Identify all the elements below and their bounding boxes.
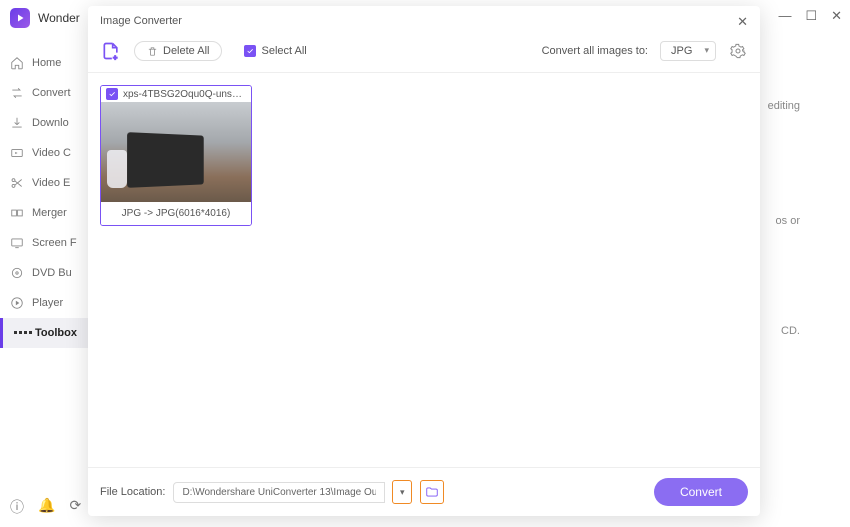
image-thumbnail-card[interactable]: xps-4TBSG2Oqu0Q-unspl... JPG -> JPG(6016… [100,85,252,226]
modal-header: Image Converter ✕ [88,6,760,36]
settings-icon[interactable] [728,41,748,61]
sidebar: Home Convert Downlo Video C Video E Merg… [0,36,90,527]
modal-footer: File Location: ▾ Convert [88,467,760,516]
disc-icon [10,266,24,280]
minimize-icon[interactable]: — [778,8,791,24]
sidebar-item-video-compressor[interactable]: Video C [0,138,90,168]
sidebar-item-label: Merger [32,207,67,219]
modal-close-icon[interactable]: ✕ [737,14,748,30]
background-text: editing [768,100,800,112]
thumbnail-filename: xps-4TBSG2Oqu0Q-unspl... [123,89,246,100]
sidebar-item-merger[interactable]: Merger [0,198,90,228]
close-icon[interactable]: ✕ [831,8,842,24]
sidebar-item-converter[interactable]: Convert [0,78,90,108]
bottom-icon-bar: ⓘ 🔔 ⟳ [10,497,81,517]
modal-toolbar: Delete All Select All Convert all images… [88,36,760,73]
app-title: Wonder [38,11,80,25]
refresh-icon[interactable]: ⟳ [69,497,81,517]
scissors-icon [10,176,24,190]
main-window: Wonder — ☐ ✕ Home Convert Downlo Video C… [0,0,850,527]
help-icon[interactable]: ⓘ [10,497,24,517]
convert-button[interactable]: Convert [654,478,748,506]
file-location-input[interactable] [173,482,385,503]
sidebar-item-player[interactable]: Player [0,288,90,318]
merger-icon [10,206,24,220]
modal-title: Image Converter [100,15,182,27]
sidebar-item-label: Player [32,297,63,309]
convert-all-label: Convert all images to: [542,45,648,57]
checkbox-checked-icon [244,45,256,57]
delete-all-button[interactable]: Delete All [134,41,222,61]
file-location-label: File Location: [100,486,165,498]
folder-icon [425,485,439,499]
sidebar-item-label: Home [32,57,61,69]
open-folder-button[interactable] [420,480,444,504]
app-logo-icon [10,8,30,28]
sidebar-item-label: Screen F [32,237,77,249]
sidebar-item-video-editor[interactable]: Video E [0,168,90,198]
screen-icon [10,236,24,250]
bell-icon[interactable]: 🔔 [38,497,55,517]
checkbox-checked-icon[interactable] [106,88,118,100]
add-image-icon[interactable] [100,40,122,62]
compress-icon [10,146,24,160]
background-text: os or [776,215,800,227]
sidebar-item-screen-recorder[interactable]: Screen F [0,228,90,258]
sidebar-item-toolbox[interactable]: Toolbox [0,318,90,348]
format-selected-value: JPG [671,45,692,57]
thumbnail-conversion-info: JPG -> JPG(6016*4016) [101,202,251,225]
trash-icon [147,46,158,57]
sidebar-item-label: Toolbox [35,327,77,339]
sidebar-item-label: Video C [32,147,71,159]
output-format-select[interactable]: JPG [660,41,716,61]
sidebar-item-label: Video E [32,177,70,189]
download-icon [10,116,24,130]
select-all-label: Select All [261,45,306,57]
delete-all-label: Delete All [163,45,209,57]
image-converter-modal: Image Converter ✕ Delete All Select All … [88,6,760,516]
sidebar-item-label: Convert [32,87,71,99]
convert-icon [10,86,24,100]
sidebar-item-home[interactable]: Home [0,48,90,78]
modal-body: xps-4TBSG2Oqu0Q-unspl... JPG -> JPG(6016… [88,73,760,467]
toolbox-icon [13,326,27,340]
thumbnail-preview [101,102,251,202]
path-dropdown-icon[interactable]: ▾ [392,480,412,504]
background-text: CD. [781,325,800,337]
sidebar-item-label: DVD Bu [32,267,72,279]
play-icon [10,296,24,310]
sidebar-item-dvd-burner[interactable]: DVD Bu [0,258,90,288]
select-all-checkbox[interactable]: Select All [244,45,306,57]
maximize-icon[interactable]: ☐ [805,8,817,24]
window-controls: — ☐ ✕ [778,8,842,24]
sidebar-item-downloader[interactable]: Downlo [0,108,90,138]
thumbnail-header: xps-4TBSG2Oqu0Q-unspl... [101,86,251,102]
sidebar-item-label: Downlo [32,117,69,129]
home-icon [10,56,24,70]
